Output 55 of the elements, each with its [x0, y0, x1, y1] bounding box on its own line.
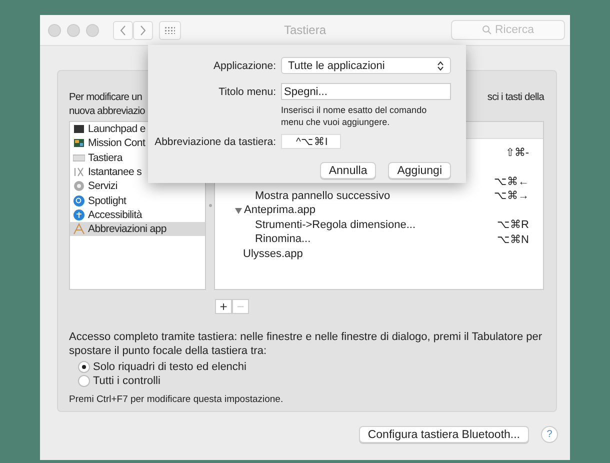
accessibility-icon	[73, 208, 85, 221]
help-button[interactable]: ?	[541, 426, 558, 443]
instruction-text: Per modificare un	[69, 91, 144, 105]
field-label: Titolo menu:	[218, 86, 276, 98]
add-button[interactable]: +	[215, 299, 232, 314]
command-name: Mostra pannello successivo	[255, 190, 390, 202]
zoom-button[interactable]	[86, 24, 99, 36]
chevron-up-down-icon	[437, 60, 444, 70]
app-name: Anteprima.app	[244, 204, 316, 216]
add-button[interactable]: Aggiungi	[388, 162, 451, 179]
radio-button[interactable]	[78, 361, 90, 373]
shortcut-keys: ⇧⌘-	[505, 146, 529, 159]
search-icon	[482, 25, 492, 35]
bluetooth-setup-button[interactable]: Configura tastiera Bluetooth...	[358, 426, 529, 443]
shortcut-keys: ⌥⌘→	[494, 189, 529, 202]
chevron-left-icon	[119, 24, 127, 36]
app-name: Ulysses.app	[243, 248, 303, 260]
close-button[interactable]	[48, 24, 61, 36]
shortcut-keys: ⌥⌘←	[494, 174, 529, 188]
back-button[interactable]	[113, 20, 133, 40]
category-item[interactable]: Accessibilità	[70, 208, 205, 222]
field-label: Applicazione:	[212, 60, 276, 72]
category-item[interactable]: Servizi	[70, 179, 205, 194]
application-popup[interactable]: Tutte le applicazioni	[281, 57, 451, 74]
keyboard-icon	[73, 152, 85, 164]
minimize-button[interactable]	[67, 24, 80, 36]
triangle-down-icon[interactable]	[235, 206, 242, 214]
category-item[interactable]: Spotlight	[70, 193, 205, 208]
field-label: Abbreviazione da tastiera:	[154, 136, 276, 148]
command-name: Strumenti->Regola dimensione...	[255, 218, 416, 231]
screen-icon	[73, 123, 85, 136]
search-icon	[73, 194, 85, 207]
radio-label: Tutti i controlli	[93, 375, 160, 387]
windows-icon	[73, 137, 85, 150]
menu-title-field[interactable]: Spegni...	[281, 83, 451, 100]
shortcut-keys: ⌥⌘N	[497, 232, 529, 246]
window-title: Tastiera	[284, 23, 326, 37]
radio-label: Solo riquadri di testo ed elenchi	[93, 361, 246, 373]
splitter-handle[interactable]	[208, 204, 212, 207]
instruction-text: sci i tasti della	[487, 91, 544, 105]
shortcut-keys: ⌥⌘R	[497, 218, 529, 232]
gear-icon	[73, 180, 85, 192]
instruction-text: nuova abbreviazio	[69, 105, 145, 119]
shortcut-field[interactable]: ^⌥⌘I	[281, 134, 341, 149]
category-item[interactable]: Abbreviazioni app	[70, 222, 205, 236]
chevron-right-icon	[139, 24, 147, 36]
radio-button[interactable]	[78, 375, 90, 387]
grid-icon	[165, 26, 175, 34]
hint-text: Inserisci il nome esatto del comando menu che vuoi aggiungere.	[281, 104, 428, 128]
keyboard-access-text: Accesso completo tramite tastiera: nelle finestre e nelle finestre di dialogo, premi il Tabulatore per spostare il punto focale della tastiera tra:	[69, 330, 544, 358]
command-name: Rinomina...	[255, 233, 311, 246]
grid-button[interactable]	[159, 20, 181, 40]
hint-text: Premi Ctrl+F7 per modificare questa impostazione.	[69, 394, 284, 405]
cancel-button[interactable]: Annulla	[320, 162, 376, 179]
forward-button[interactable]	[133, 20, 153, 40]
